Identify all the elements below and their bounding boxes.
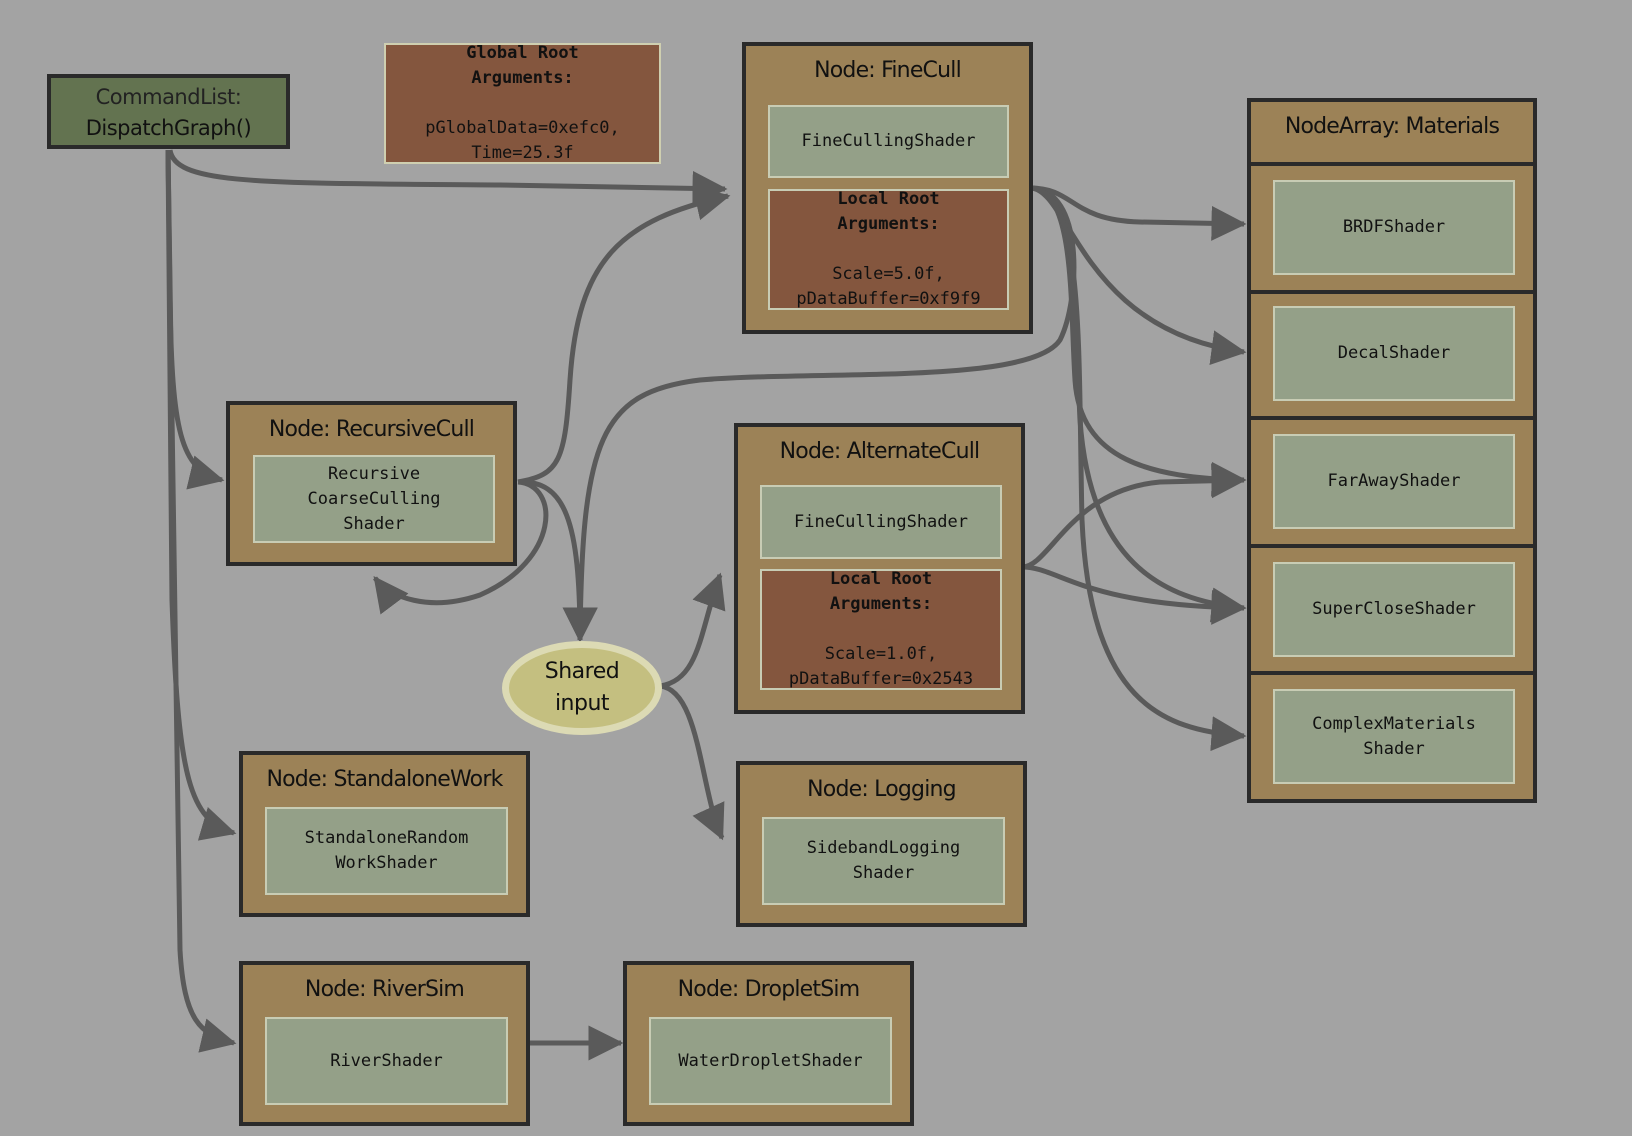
node-dropletsim-title: Node: DropletSim <box>677 977 861 1002</box>
logging-shader[interactable]: SidebandLogging Shader <box>762 817 1005 905</box>
node-riversim[interactable]: Node: RiverSim RiverShader <box>239 961 530 1126</box>
node-finecull-title: Node: FineCull <box>814 58 962 83</box>
node-recursivecull[interactable]: Node: RecursiveCull Recursive CoarseCull… <box>226 401 517 566</box>
nodearray-materials[interactable]: NodeArray: Materials BRDFShader DecalSha… <box>1247 98 1537 803</box>
array-cell-superclose: SuperCloseShader <box>1251 544 1533 671</box>
brdf-shader[interactable]: BRDFShader <box>1273 180 1515 275</box>
dropletsim-shader[interactable]: WaterDropletShader <box>649 1017 892 1105</box>
edge-finecull-superclose <box>1029 185 1247 623</box>
edge-alternatecull-superclose <box>1021 564 1247 625</box>
node-alternatecull[interactable]: Node: AlternateCull FineCullingShader Lo… <box>734 423 1025 714</box>
nodearray-materials-title: NodeArray: Materials <box>1284 114 1500 139</box>
node-standalonework-title: Node: StandaloneWork <box>266 767 503 792</box>
complexmaterials-shader[interactable]: ComplexMaterials Shader <box>1273 689 1515 784</box>
shared-input-node[interactable]: Shared input <box>502 641 662 735</box>
node-dropletsim[interactable]: Node: DropletSim WaterDropletShader <box>623 961 914 1126</box>
recursivecull-shader[interactable]: Recursive CoarseCulling Shader <box>253 455 495 543</box>
array-cell-faraway: FarAwayShader <box>1251 416 1533 544</box>
faraway-shader[interactable]: FarAwayShader <box>1273 434 1515 529</box>
edge-finecull-brdf <box>1029 185 1247 241</box>
edge-commandlist-standalonework <box>165 149 237 841</box>
edge-commandlist-recursivecull <box>165 149 225 490</box>
edge-finecull-decal <box>1029 185 1247 365</box>
array-cell-decal: DecalShader <box>1251 290 1533 416</box>
node-finecull[interactable]: Node: FineCull FineCullingShader Local R… <box>742 42 1033 334</box>
global-root-args-heading: Global Root Arguments: <box>466 43 579 88</box>
dispatch-graph-label: DispatchGraph() <box>85 116 252 140</box>
decal-shader[interactable]: DecalShader <box>1273 306 1515 401</box>
node-alternatecull-title: Node: AlternateCull <box>779 439 981 464</box>
node-logging[interactable]: Node: Logging SidebandLogging Shader <box>736 761 1027 927</box>
array-cell-complexmaterials: ComplexMaterials Shader <box>1251 671 1533 803</box>
alternatecull-args-values: Scale=1.0f, pDataBuffer=0x2543 <box>788 644 974 689</box>
command-list-node[interactable]: CommandList: DispatchGraph() <box>47 74 290 149</box>
global-root-args-values: pGlobalData=0xefc0, Time=25.3f <box>425 118 620 163</box>
edge-commandlist-riversim <box>165 149 237 1053</box>
node-recursivecull-title: Node: RecursiveCull <box>268 417 475 442</box>
finecull-args-heading: Local Root Arguments: <box>837 189 940 234</box>
finecull-local-root-arguments[interactable]: Local Root Arguments: Scale=5.0f, pDataB… <box>768 189 1009 310</box>
node-logging-title: Node: Logging <box>807 777 957 802</box>
edge-finecull-faraway <box>1029 185 1247 497</box>
riversim-shader[interactable]: RiverShader <box>265 1017 508 1105</box>
command-list-label: CommandList: <box>95 85 242 109</box>
edge-sharedinput-logging <box>659 683 725 841</box>
global-root-arguments[interactable]: Global Root Arguments: pGlobalData=0xefc… <box>384 43 661 164</box>
node-standalonework[interactable]: Node: StandaloneWork StandaloneRandom Wo… <box>239 751 530 917</box>
edge-sharedinput-alternatecull <box>659 572 726 689</box>
alternatecull-local-root-arguments[interactable]: Local Root Arguments: Scale=1.0f, pDataB… <box>760 569 1002 690</box>
finecull-args-values: Scale=5.0f, pDataBuffer=0xf9f9 <box>796 264 981 309</box>
edge-recursivecull-finecull <box>517 185 731 485</box>
edge-recursivecull-sharedinput <box>517 479 598 643</box>
array-cell-brdf: BRDFShader <box>1251 162 1533 290</box>
superclose-shader[interactable]: SuperCloseShader <box>1273 562 1515 657</box>
alternatecull-args-heading: Local Root Arguments: <box>829 569 933 614</box>
standalonework-shader[interactable]: StandaloneRandom WorkShader <box>265 807 508 895</box>
edge-finecull-complex <box>1029 185 1247 752</box>
node-riversim-title: Node: RiverSim <box>304 977 465 1002</box>
edge-alternatecull-faraway <box>1021 463 1247 570</box>
